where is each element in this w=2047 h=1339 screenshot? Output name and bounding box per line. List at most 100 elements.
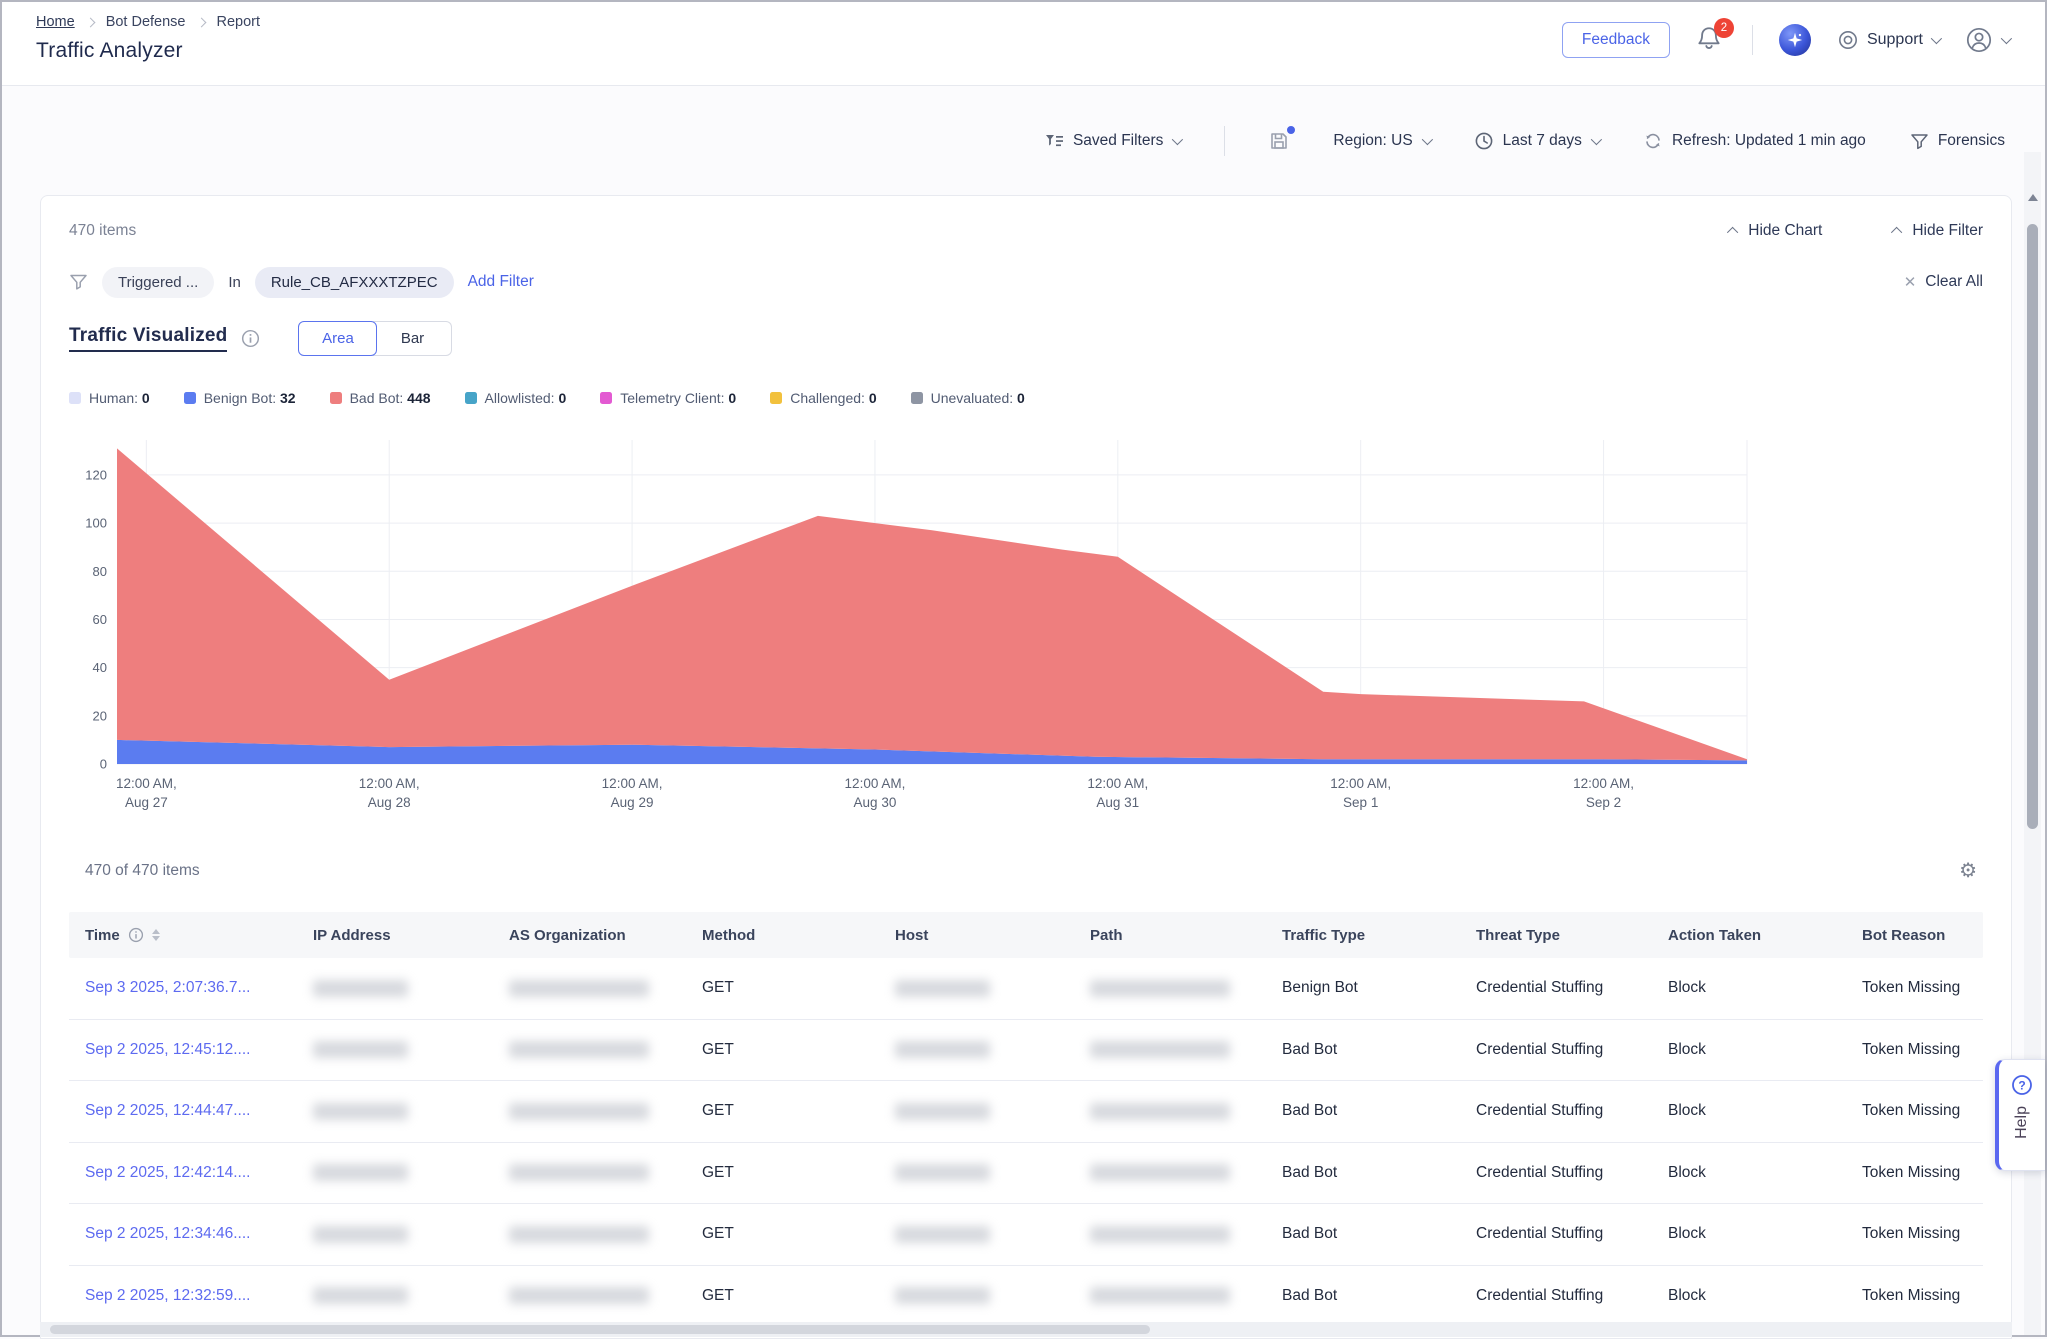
cell-time[interactable]: Sep 2 2025, 12:45:12.... — [69, 1041, 297, 1059]
cell-action-taken: Block — [1652, 1287, 1846, 1305]
cell-time[interactable]: Sep 2 2025, 12:32:59.... — [69, 1287, 297, 1305]
legend-label: Unevaluated: 0 — [931, 390, 1025, 406]
chevron-right-icon — [85, 17, 95, 27]
cell-host — [879, 1164, 1074, 1181]
cell-time[interactable]: Sep 3 2025, 2:07:36.7... — [69, 979, 297, 997]
refresh-button[interactable]: Refresh: Updated 1 min ago — [1643, 131, 1866, 151]
column-header-label: Threat Type — [1476, 927, 1560, 944]
clear-all-button[interactable]: ✕ Clear All — [1904, 273, 1983, 291]
bad-bot-area — [117, 448, 1747, 760]
x-axis-tick-label: Aug 31 — [1096, 795, 1139, 810]
redacted-value — [895, 1287, 990, 1304]
cell-as-organization — [493, 1164, 686, 1181]
feedback-button[interactable]: Feedback — [1562, 22, 1670, 58]
refresh-label: Refresh: Updated 1 min ago — [1672, 132, 1866, 150]
filter-field-pill[interactable]: Triggered ... — [102, 267, 214, 298]
x-axis-tick-label: Aug 29 — [611, 795, 654, 810]
user-menu[interactable] — [1965, 26, 2009, 54]
table-header-row: TimeIP AddressAS OrganizationMethodHostP… — [69, 912, 1983, 958]
region-label: Region: US — [1333, 132, 1412, 150]
hide-filter-label: Hide Filter — [1912, 222, 1983, 240]
table-row: Sep 2 2025, 12:44:47....GETBad BotCreden… — [69, 1081, 1983, 1143]
redacted-value — [509, 1226, 649, 1243]
cell-method: GET — [686, 1041, 879, 1059]
legend-item-allowlisted[interactable]: Allowlisted: 0 — [465, 390, 567, 406]
legend-value: 448 — [407, 390, 430, 406]
legend-item-telemetry-client[interactable]: Telemetry Client: 0 — [600, 390, 736, 406]
cell-host — [879, 1103, 1074, 1120]
hide-filter-toggle[interactable]: Hide Filter — [1894, 222, 1983, 240]
x-axis-tick-label: 12:00 AM, — [359, 776, 420, 791]
saved-filters-dropdown[interactable]: Saved Filters — [1045, 132, 1180, 150]
forensics-button[interactable]: Forensics — [1910, 132, 2005, 150]
redacted-value — [1090, 1287, 1230, 1304]
cell-time[interactable]: Sep 2 2025, 12:34:46.... — [69, 1225, 297, 1243]
table-settings-gear-icon[interactable]: ⚙ — [1959, 861, 1977, 881]
breadcrumb-home[interactable]: Home — [36, 14, 75, 30]
legend-value: 0 — [869, 390, 877, 406]
legend-label: Bad Bot: 448 — [350, 390, 431, 406]
cell-traffic-type: Bad Bot — [1266, 1102, 1460, 1120]
vertical-scrollbar-thumb[interactable] — [2027, 224, 2038, 829]
x-axis-tick-label: 12:00 AM, — [1087, 776, 1148, 791]
legend-item-benign-bot[interactable]: Benign Bot: 32 — [184, 390, 296, 406]
legend-item-human[interactable]: Human: 0 — [69, 390, 150, 406]
table-horizontal-scrollbar[interactable] — [40, 1322, 2012, 1337]
cell-bot-reason: Token Missing — [1846, 979, 1983, 997]
cell-ip-address — [297, 980, 493, 997]
column-header-time[interactable]: Time — [69, 927, 297, 944]
column-header-method: Method — [686, 927, 879, 944]
cell-as-organization — [493, 1103, 686, 1120]
time-range-label: Last 7 days — [1503, 132, 1582, 150]
chart-mode-bar-button[interactable]: Bar — [373, 321, 452, 356]
chart-mode-area-button[interactable]: Area — [298, 321, 377, 356]
cell-path — [1074, 1226, 1266, 1243]
time-range-dropdown[interactable]: Last 7 days — [1474, 131, 1599, 151]
cell-time[interactable]: Sep 2 2025, 12:42:14.... — [69, 1164, 297, 1182]
legend-item-bad-bot[interactable]: Bad Bot: 448 — [330, 390, 431, 406]
help-tab[interactable]: ? Help — [1995, 1059, 2045, 1171]
notifications-button[interactable]: 2 — [1696, 25, 1726, 55]
hide-chart-toggle[interactable]: Hide Chart — [1730, 222, 1822, 240]
legend-item-challenged[interactable]: Challenged: 0 — [770, 390, 876, 406]
legend-value: 0 — [1017, 390, 1025, 406]
legend-value: 32 — [280, 390, 296, 406]
cell-path — [1074, 1041, 1266, 1058]
filter-value-pill[interactable]: Rule_CB_AFXXXTZPEC — [255, 267, 454, 298]
scroll-up-arrow-icon[interactable] — [2028, 194, 2038, 201]
column-header-label: Action Taken — [1668, 927, 1761, 944]
add-filter-button[interactable]: Add Filter — [468, 273, 534, 291]
column-header-path: Path — [1074, 927, 1266, 944]
traffic-area-chart: 02040608010012012:00 AM,Aug 2712:00 AM,A… — [69, 416, 1749, 816]
cell-as-organization — [493, 1226, 686, 1243]
legend-item-unevaluated[interactable]: Unevaluated: 0 — [911, 390, 1025, 406]
chevron-down-icon — [2001, 33, 2012, 44]
chevron-up-icon — [1727, 227, 1738, 238]
traffic-visualized-title[interactable]: Traffic Visualized — [69, 325, 227, 352]
breadcrumb-bot-defense[interactable]: Bot Defense — [106, 14, 186, 30]
svg-text:?: ? — [2018, 1078, 2025, 1092]
cell-path — [1074, 1103, 1266, 1120]
cell-ip-address — [297, 1226, 493, 1243]
cell-path — [1074, 1287, 1266, 1304]
sort-arrows-icon[interactable] — [152, 929, 160, 941]
support-label: Support — [1867, 31, 1923, 49]
save-filter-button[interactable] — [1269, 131, 1289, 151]
report-panel: 470 items Hide Chart Hide Filter Trigger… — [40, 195, 2012, 1339]
region-dropdown[interactable]: Region: US — [1333, 132, 1429, 150]
horizontal-scrollbar-thumb[interactable] — [50, 1325, 1150, 1334]
cell-ip-address — [297, 1103, 493, 1120]
cell-threat-type: Credential Stuffing — [1460, 1225, 1652, 1243]
redacted-value — [509, 1287, 649, 1304]
cell-method: GET — [686, 1102, 879, 1120]
cell-threat-type: Credential Stuffing — [1460, 979, 1652, 997]
cell-time[interactable]: Sep 2 2025, 12:44:47.... — [69, 1102, 297, 1120]
unsaved-changes-dot — [1287, 126, 1295, 134]
x-axis-tick-label: 12:00 AM, — [602, 776, 663, 791]
x-axis-tick-label: 12:00 AM, — [1330, 776, 1391, 791]
ai-assistant-button[interactable] — [1779, 24, 1811, 56]
cell-traffic-type: Bad Bot — [1266, 1164, 1460, 1182]
cell-as-organization — [493, 980, 686, 997]
support-menu[interactable]: Support — [1837, 29, 1939, 51]
top-header: Home Bot Defense Report Traffic Analyzer… — [2, 2, 2045, 86]
